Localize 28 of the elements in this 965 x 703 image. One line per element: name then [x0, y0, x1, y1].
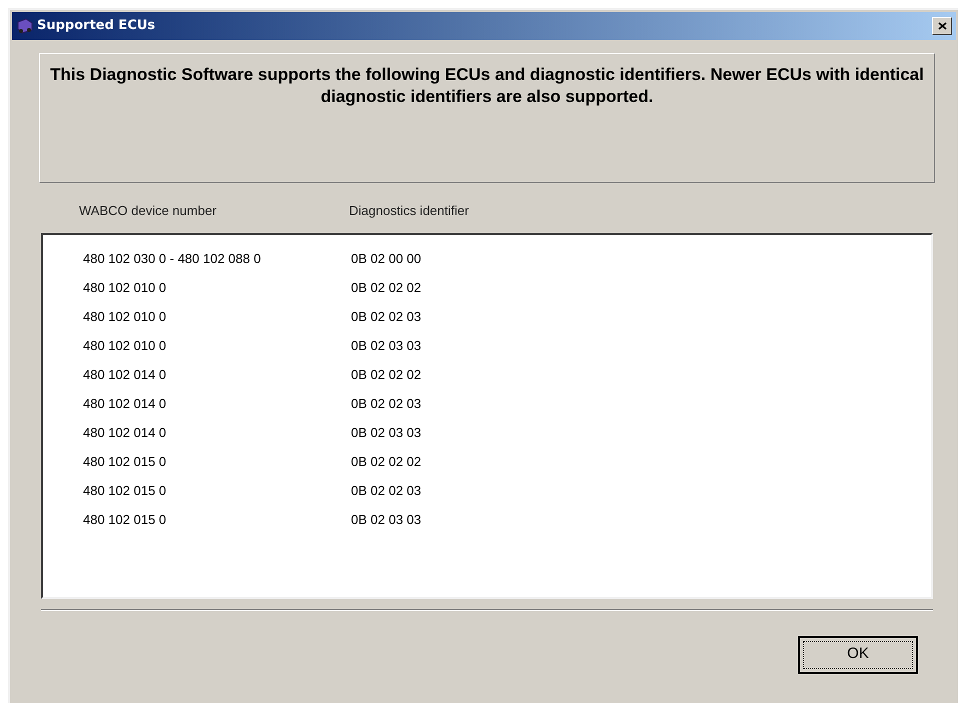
- table-cell-text: 0B 02 02 02: [351, 366, 422, 384]
- table-cell-text: 0B 02 02 02: [351, 278, 422, 296]
- table-cell-text: 480 102 015 0: [83, 482, 168, 500]
- close-button[interactable]: [932, 17, 952, 35]
- table-cell-text: 480 102 015 0: [83, 452, 168, 470]
- table-cell-text: 480 102 010 0: [83, 336, 168, 354]
- table-cell-text: 480 102 015 0: [83, 510, 168, 528]
- table-cell-text: 0B 02 03 03: [351, 424, 422, 442]
- table-cell-text: 480 102 010 0: [83, 278, 168, 296]
- table-cell-text: 480 102 014 0: [83, 366, 168, 384]
- table-cell-text: 480 102 014 0: [83, 394, 168, 412]
- table-cell-text: 480 102 030 0 - 480 102 088 0: [83, 250, 262, 268]
- truck-icon: [16, 18, 34, 34]
- table-cell-text: 0B 02 02 02: [351, 452, 422, 470]
- window-title: Supported ECUs: [37, 17, 156, 36]
- column-header: Diagnostics identifier: [349, 202, 469, 220]
- table-cell-text: 0B 02 03 03: [351, 336, 422, 354]
- ok-button[interactable]: OK: [798, 636, 918, 674]
- table-cell-text: 0B 02 02 03: [351, 308, 422, 326]
- table-cell-text: 0B 02 02 03: [351, 394, 422, 412]
- table-cell-text: 480 102 014 0: [83, 424, 168, 442]
- table-cell-text: 0B 02 02 03: [351, 482, 422, 500]
- column-header: WABCO device number: [79, 202, 218, 220]
- table-cell-text: 0B 02 03 03: [351, 510, 422, 528]
- message-text: This Diagnostic Software supports the following ECUs and diagnostic identifiers. Newer ECUs with identical diagnostic identifiers are also supported.: [49, 64, 925, 108]
- close-icon: [938, 22, 946, 30]
- table-cell-text: 480 102 010 0: [83, 308, 168, 326]
- table-cell-text: 0B 02 00 00: [351, 250, 422, 268]
